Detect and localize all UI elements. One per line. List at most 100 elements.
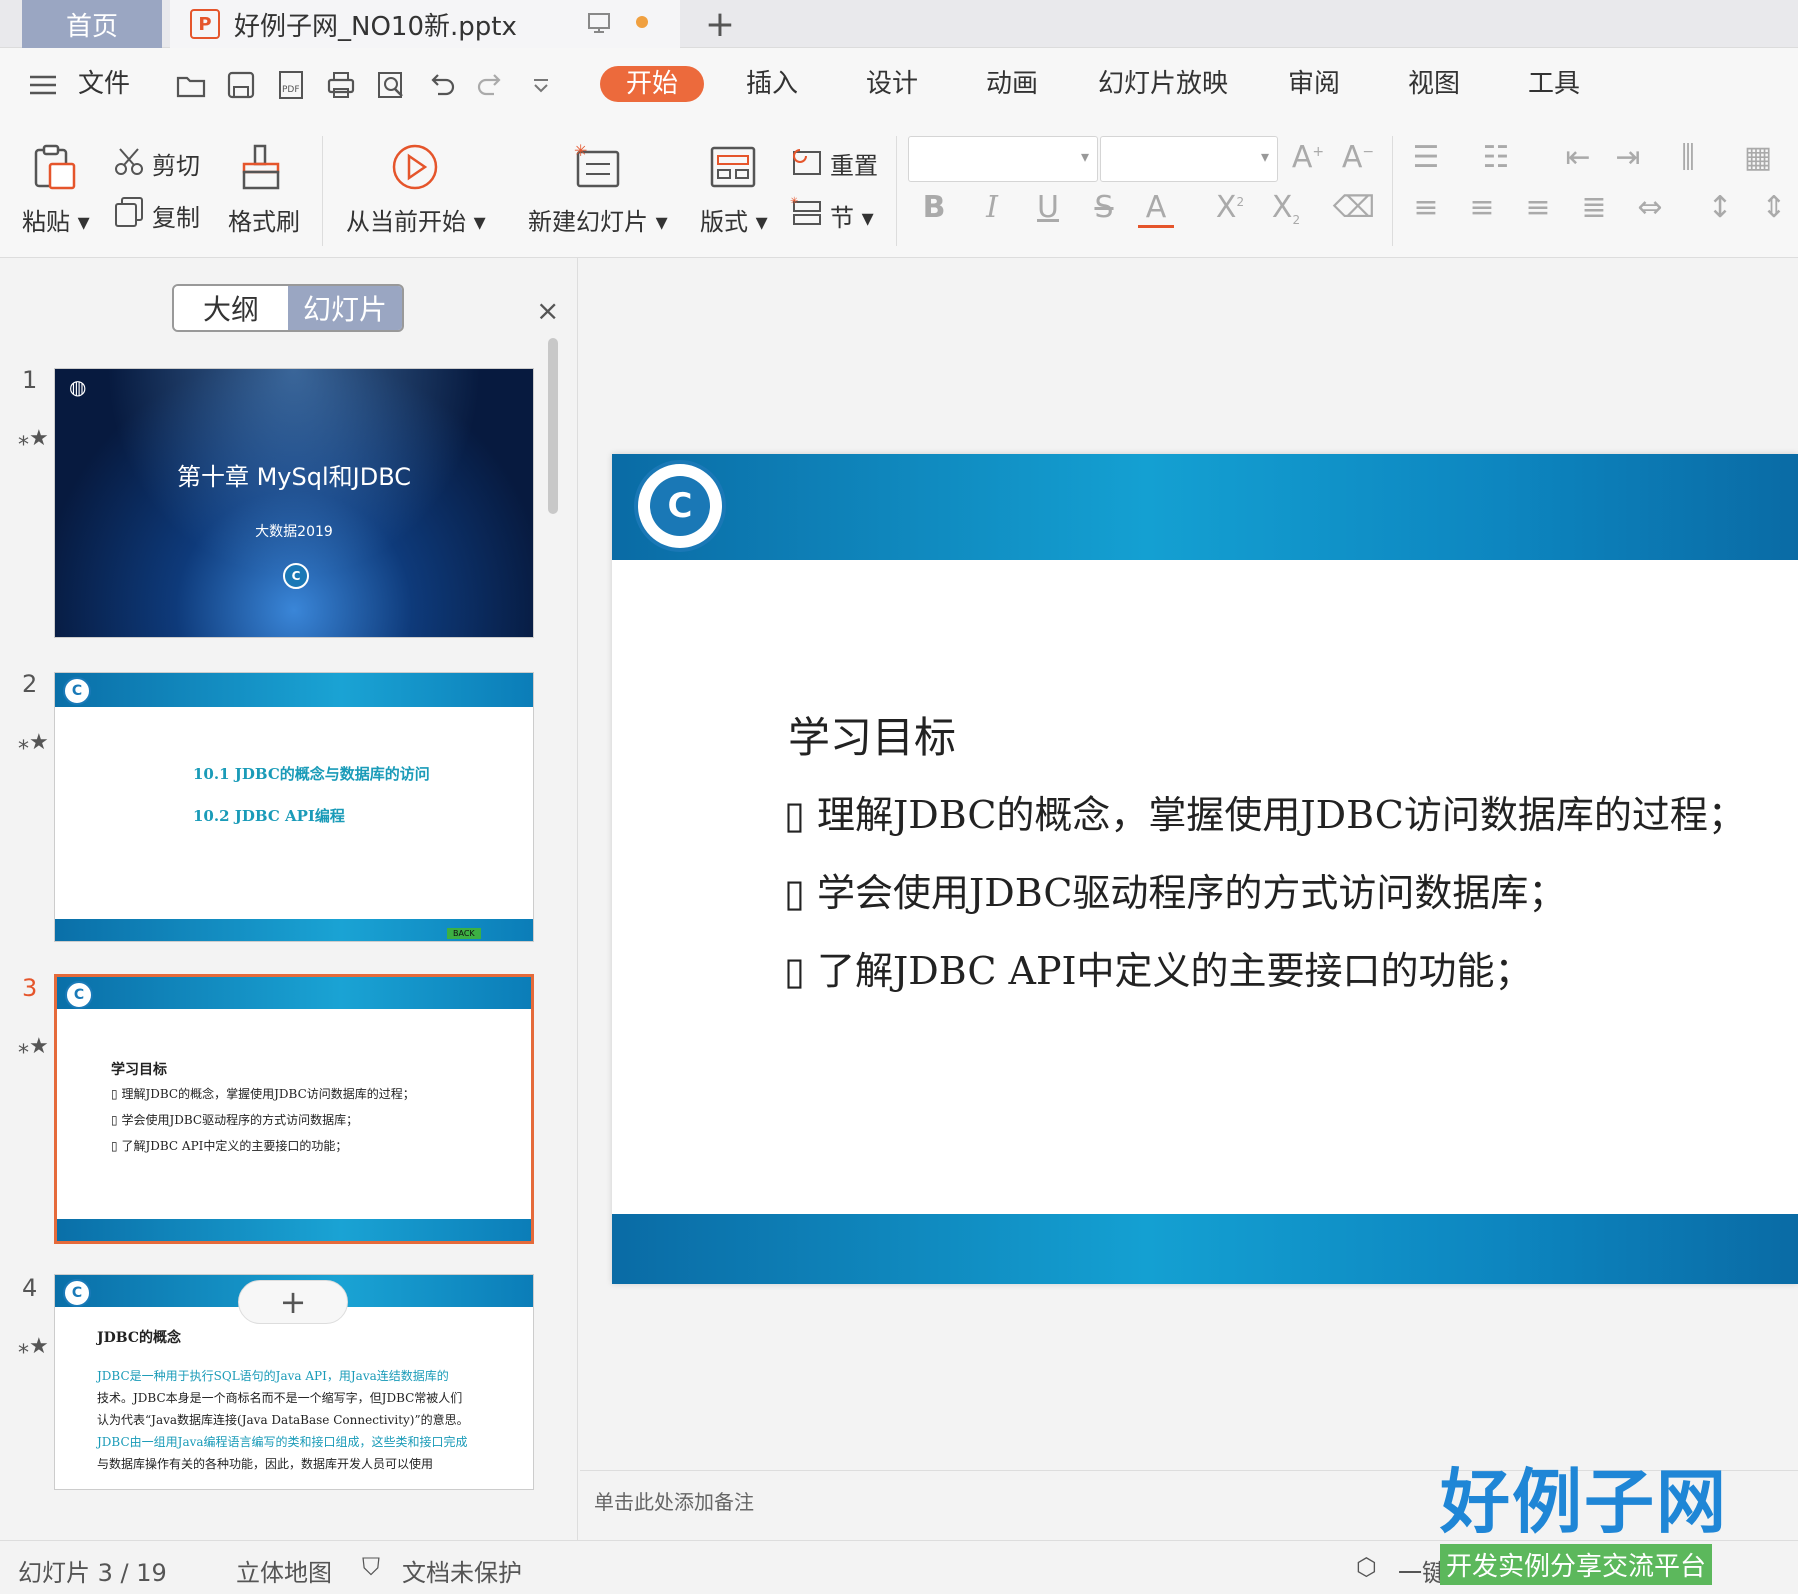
document-tab[interactable]: P 好例子网_NO10新.pptx <box>170 0 680 48</box>
font-color-icon[interactable]: A <box>1138 190 1174 228</box>
new-slide-icon[interactable]: ✳ <box>572 142 624 192</box>
increase-indent-icon[interactable]: ⇥ <box>1606 140 1650 175</box>
font-size-select[interactable]: ▾ <box>1100 136 1278 182</box>
one-key-button[interactable]: 一键 <box>1398 1553 1446 1588</box>
tab-insert[interactable]: 插入 <box>746 66 798 102</box>
copy-icon[interactable] <box>112 194 146 228</box>
reset-button[interactable]: 重置 <box>830 146 878 181</box>
college-logo-icon: C <box>63 677 91 705</box>
align-right-icon[interactable]: ≡ <box>1516 190 1560 225</box>
current-slide-canvas[interactable]: C 学习目标 ▯ 理解JDBC的概念，掌握使用JDBC访问数据库的过程； ▯ 学… <box>612 454 1798 1284</box>
new-tab-button[interactable]: + <box>690 0 750 48</box>
pane-view-toggle: 大纲 幻灯片 <box>172 284 404 332</box>
file-menu[interactable]: 文件 <box>78 66 130 102</box>
svg-text:✳: ✳ <box>790 196 798 207</box>
undo-icon[interactable] <box>424 68 458 102</box>
reset-icon[interactable] <box>790 146 824 178</box>
save-icon[interactable] <box>224 68 258 102</box>
section-label: 节 <box>830 204 854 232</box>
distribute-icon[interactable]: ⇔ <box>1628 190 1672 225</box>
columns-icon[interactable]: ▦ <box>1736 140 1780 175</box>
slide-thumbnail-1[interactable]: ◍ 第十章 MySql和JDBC 大数据2019 C <box>54 368 534 638</box>
unsaved-dot-icon <box>636 16 648 28</box>
tab-review[interactable]: 审阅 <box>1288 66 1340 102</box>
align-left-icon[interactable]: ≡ <box>1404 190 1448 225</box>
slides-tab[interactable]: 幻灯片 <box>288 286 402 330</box>
strikethrough-icon[interactable]: S <box>1082 190 1126 225</box>
tab-slideshow[interactable]: 幻灯片放映 <box>1098 66 1228 102</box>
align-center-icon[interactable]: ≡ <box>1460 190 1504 225</box>
format-painter-button[interactable]: 格式刷 <box>228 202 300 237</box>
slide-thumbnail-3[interactable]: C 学习目标 ▯ 理解JDBC的概念，掌握使用JDBC访问数据库的过程； ▯ 学… <box>54 974 534 1244</box>
notes-placeholder[interactable]: 单击此处添加备注 <box>594 1486 754 1515</box>
tab-animation[interactable]: 动画 <box>986 66 1038 102</box>
add-slide-button[interactable]: + <box>238 1280 348 1324</box>
slides-pane: 大纲 幻灯片 × 1 ⁎★ ◍ 第十章 MySql和JDBC 大数据2019 C… <box>0 258 578 1540</box>
paste-icon[interactable] <box>30 142 80 192</box>
new-slide-label: 新建幻灯片 <box>528 208 648 236</box>
bullet-list-icon[interactable]: ☰ <box>1404 140 1448 175</box>
open-folder-icon[interactable] <box>174 68 208 102</box>
print-preview-icon[interactable] <box>374 68 408 102</box>
section-icon[interactable]: ✳ <box>790 196 824 228</box>
play-from-current-button[interactable]: 从当前开始 ▾ <box>346 202 486 237</box>
layout-icon[interactable] <box>708 142 758 192</box>
tab-home-start[interactable]: 开始 <box>600 66 705 102</box>
redo-icon[interactable] <box>474 68 508 102</box>
slide-bullet[interactable]: ▯ 了解JDBC API中定义的主要接口的功能； <box>784 940 1533 995</box>
cube-icon[interactable]: ⬡ <box>1356 1553 1377 1581</box>
slide-bullet-text: 了解JDBC API中定义的主要接口的功能； <box>817 949 1533 993</box>
customize-dropdown-icon[interactable] <box>524 68 558 102</box>
format-painter-icon[interactable] <box>238 142 284 192</box>
slide-bullet[interactable]: ▯ 理解JDBC的概念，掌握使用JDBC访问数据库的过程； <box>784 784 1746 839</box>
ribbon-separator <box>896 136 897 246</box>
theme-name[interactable]: 立体地图 <box>236 1553 332 1588</box>
monitor-icon[interactable] <box>586 10 612 36</box>
tab-view[interactable]: 视图 <box>1408 66 1460 102</box>
bullet-glyph: ▯ <box>111 1139 118 1153</box>
layout-button[interactable]: 版式 ▾ <box>700 202 768 237</box>
eraser-icon[interactable]: ⌫ <box>1332 190 1376 225</box>
text-direction-icon[interactable]: ⫼ <box>1666 140 1710 175</box>
slide-thumbnail-2[interactable]: C 10.1 JDBC的概念与数据库的访问 10.2 JDBC API编程 BA… <box>54 672 534 942</box>
document-protection-status[interactable]: 文档未保护 <box>402 1553 522 1588</box>
copy-button[interactable]: 复制 <box>152 198 200 233</box>
tab-tools[interactable]: 工具 <box>1528 66 1580 102</box>
animation-star-icon: ⁎★ <box>18 1334 49 1359</box>
underline-icon[interactable]: U <box>1026 190 1070 225</box>
tab-design[interactable]: 设计 <box>866 66 918 102</box>
slide-number: 3 <box>22 974 38 1002</box>
decrease-indent-icon[interactable]: ⇤ <box>1556 140 1600 175</box>
justify-icon[interactable]: ≣ <box>1572 190 1616 225</box>
italic-icon[interactable]: I <box>970 190 1014 225</box>
bold-icon[interactable]: B <box>912 190 956 225</box>
scrollbar-thumb[interactable] <box>548 338 558 514</box>
superscript-icon[interactable]: X2 <box>1208 190 1252 225</box>
subscript-icon[interactable]: X2 <box>1264 190 1308 227</box>
home-tab[interactable]: 首页 <box>22 0 162 48</box>
export-pdf-icon[interactable]: PDF <box>274 68 308 102</box>
paragraph-spacing-icon[interactable]: ⇕ <box>1752 190 1796 225</box>
back-badge: BACK <box>447 928 481 939</box>
college-logo-icon: C <box>283 563 309 589</box>
slide-bullet[interactable]: ▯ 学会使用JDBC驱动程序的方式访问数据库； <box>784 862 1566 917</box>
section-button[interactable]: 节 ▾ <box>830 198 874 233</box>
new-slide-button[interactable]: 新建幻灯片 ▾ <box>528 202 668 237</box>
cut-button[interactable]: 剪切 <box>152 146 200 181</box>
animation-star-icon: ⁎★ <box>18 730 49 755</box>
thumbnail-subtitle: 大数据2019 <box>255 524 333 540</box>
numbered-list-icon[interactable]: ☷ <box>1474 140 1518 175</box>
line-spacing-icon[interactable]: ↕ <box>1698 190 1742 225</box>
paste-button[interactable]: 粘贴 ▾ <box>22 202 90 237</box>
font-family-select[interactable]: ▾ <box>908 136 1098 182</box>
play-icon[interactable] <box>390 142 440 192</box>
thumbnail-line: 10.2 JDBC API编程 <box>193 807 345 825</box>
print-icon[interactable] <box>324 68 358 102</box>
outline-tab[interactable]: 大纲 <box>174 286 288 330</box>
hamburger-menu-icon[interactable] <box>26 68 60 102</box>
scissors-icon[interactable] <box>112 144 146 178</box>
increase-font-icon[interactable]: A+ <box>1286 140 1330 175</box>
presentation-icon: P <box>190 9 220 39</box>
decrease-font-icon[interactable]: A− <box>1336 140 1380 175</box>
slide-heading[interactable]: 学习目标 <box>788 704 956 765</box>
